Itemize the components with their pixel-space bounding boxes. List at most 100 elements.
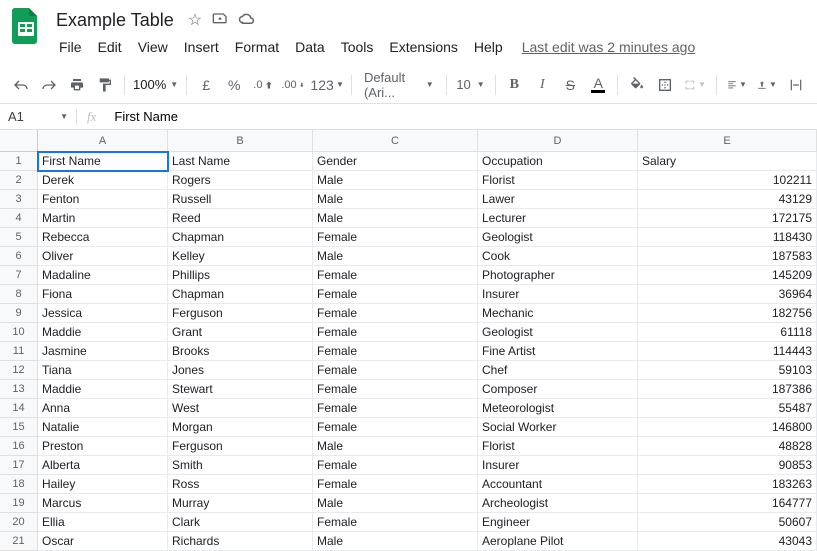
row-header-13[interactable]: 13 xyxy=(0,380,38,399)
more-formats-button[interactable]: 123 ▼ xyxy=(309,72,345,98)
font-select[interactable]: Default (Ari...▼ xyxy=(358,72,440,98)
cell-D18[interactable]: Accountant xyxy=(478,475,638,494)
cloud-status-icon[interactable] xyxy=(238,11,256,30)
cell-D12[interactable]: Chef xyxy=(478,361,638,380)
cell-E5[interactable]: 118430 xyxy=(638,228,817,247)
cell-C16[interactable]: Male xyxy=(313,437,478,456)
cell-D7[interactable]: Photographer xyxy=(478,266,638,285)
cell-A15[interactable]: Natalie xyxy=(38,418,168,437)
cell-C1[interactable]: Gender xyxy=(313,152,478,171)
cell-E1[interactable]: Salary xyxy=(638,152,817,171)
cell-C6[interactable]: Male xyxy=(313,247,478,266)
spreadsheet-grid[interactable]: ABCDE1First NameLast NameGenderOccupatio… xyxy=(0,130,817,551)
cell-C13[interactable]: Female xyxy=(313,380,478,399)
cell-D9[interactable]: Mechanic xyxy=(478,304,638,323)
cell-E9[interactable]: 182756 xyxy=(638,304,817,323)
increase-decimal-button[interactable]: .00 xyxy=(277,72,307,98)
sheets-logo[interactable] xyxy=(8,8,44,44)
menu-data[interactable]: Data xyxy=(288,35,332,59)
row-header-8[interactable]: 8 xyxy=(0,285,38,304)
cell-A3[interactable]: Fenton xyxy=(38,190,168,209)
row-header-6[interactable]: 6 xyxy=(0,247,38,266)
cell-A8[interactable]: Fiona xyxy=(38,285,168,304)
cell-B18[interactable]: Ross xyxy=(168,475,313,494)
cell-A2[interactable]: Derek xyxy=(38,171,168,190)
cell-D5[interactable]: Geologist xyxy=(478,228,638,247)
cell-A16[interactable]: Preston xyxy=(38,437,168,456)
cell-A14[interactable]: Anna xyxy=(38,399,168,418)
cell-C4[interactable]: Male xyxy=(313,209,478,228)
row-header-21[interactable]: 21 xyxy=(0,532,38,551)
cell-B19[interactable]: Murray xyxy=(168,494,313,513)
cell-E19[interactable]: 164777 xyxy=(638,494,817,513)
column-header-E[interactable]: E xyxy=(638,130,817,152)
cell-C18[interactable]: Female xyxy=(313,475,478,494)
cell-B20[interactable]: Clark xyxy=(168,513,313,532)
cell-D19[interactable]: Archeologist xyxy=(478,494,638,513)
cell-E11[interactable]: 114443 xyxy=(638,342,817,361)
row-header-2[interactable]: 2 xyxy=(0,171,38,190)
cell-B13[interactable]: Stewart xyxy=(168,380,313,399)
cell-A1[interactable]: First Name xyxy=(38,152,168,171)
cell-B15[interactable]: Morgan xyxy=(168,418,313,437)
cell-D10[interactable]: Geologist xyxy=(478,323,638,342)
cell-D2[interactable]: Florist xyxy=(478,171,638,190)
name-box[interactable]: A1▼ xyxy=(0,109,76,124)
select-all-corner[interactable] xyxy=(0,130,38,152)
cell-C7[interactable]: Female xyxy=(313,266,478,285)
menu-edit[interactable]: Edit xyxy=(91,35,129,59)
cell-B2[interactable]: Rogers xyxy=(168,171,313,190)
cell-A18[interactable]: Hailey xyxy=(38,475,168,494)
cell-E12[interactable]: 59103 xyxy=(638,361,817,380)
cell-E20[interactable]: 50607 xyxy=(638,513,817,532)
cell-C9[interactable]: Female xyxy=(313,304,478,323)
cell-E3[interactable]: 43129 xyxy=(638,190,817,209)
row-header-5[interactable]: 5 xyxy=(0,228,38,247)
cell-D20[interactable]: Engineer xyxy=(478,513,638,532)
cell-A21[interactable]: Oscar xyxy=(38,532,168,551)
row-header-18[interactable]: 18 xyxy=(0,475,38,494)
merge-cells-button[interactable]: ▼ xyxy=(680,72,710,98)
cell-C5[interactable]: Female xyxy=(313,228,478,247)
menu-tools[interactable]: Tools xyxy=(334,35,381,59)
cell-D3[interactable]: Lawer xyxy=(478,190,638,209)
column-header-D[interactable]: D xyxy=(478,130,638,152)
cell-B6[interactable]: Kelley xyxy=(168,247,313,266)
cell-C2[interactable]: Male xyxy=(313,171,478,190)
menu-insert[interactable]: Insert xyxy=(177,35,226,59)
cell-C19[interactable]: Male xyxy=(313,494,478,513)
row-header-1[interactable]: 1 xyxy=(0,152,38,171)
undo-icon[interactable] xyxy=(8,72,34,98)
cell-E18[interactable]: 183263 xyxy=(638,475,817,494)
cell-B7[interactable]: Phillips xyxy=(168,266,313,285)
currency-button[interactable]: £ xyxy=(193,72,219,98)
cell-D8[interactable]: Insurer xyxy=(478,285,638,304)
row-header-3[interactable]: 3 xyxy=(0,190,38,209)
menu-help[interactable]: Help xyxy=(467,35,510,59)
cell-D6[interactable]: Cook xyxy=(478,247,638,266)
row-header-17[interactable]: 17 xyxy=(0,456,38,475)
fill-color-button[interactable] xyxy=(624,72,650,98)
row-header-14[interactable]: 14 xyxy=(0,399,38,418)
cell-E13[interactable]: 187386 xyxy=(638,380,817,399)
cell-A11[interactable]: Jasmine xyxy=(38,342,168,361)
print-icon[interactable] xyxy=(64,72,90,98)
cell-D21[interactable]: Aeroplane Pilot xyxy=(478,532,638,551)
cell-B8[interactable]: Chapman xyxy=(168,285,313,304)
cell-A7[interactable]: Madaline xyxy=(38,266,168,285)
cell-B10[interactable]: Grant xyxy=(168,323,313,342)
row-header-20[interactable]: 20 xyxy=(0,513,38,532)
cell-A6[interactable]: Oliver xyxy=(38,247,168,266)
strikethrough-button[interactable]: S xyxy=(557,72,583,98)
cell-B17[interactable]: Smith xyxy=(168,456,313,475)
star-icon[interactable]: ☆ xyxy=(188,10,202,30)
cell-A13[interactable]: Maddie xyxy=(38,380,168,399)
cell-A4[interactable]: Martin xyxy=(38,209,168,228)
text-color-button[interactable]: A xyxy=(585,72,611,98)
cell-D1[interactable]: Occupation xyxy=(478,152,638,171)
cell-E6[interactable]: 187583 xyxy=(638,247,817,266)
cell-A17[interactable]: Alberta xyxy=(38,456,168,475)
cell-D16[interactable]: Florist xyxy=(478,437,638,456)
italic-button[interactable]: I xyxy=(529,72,555,98)
cell-A19[interactable]: Marcus xyxy=(38,494,168,513)
